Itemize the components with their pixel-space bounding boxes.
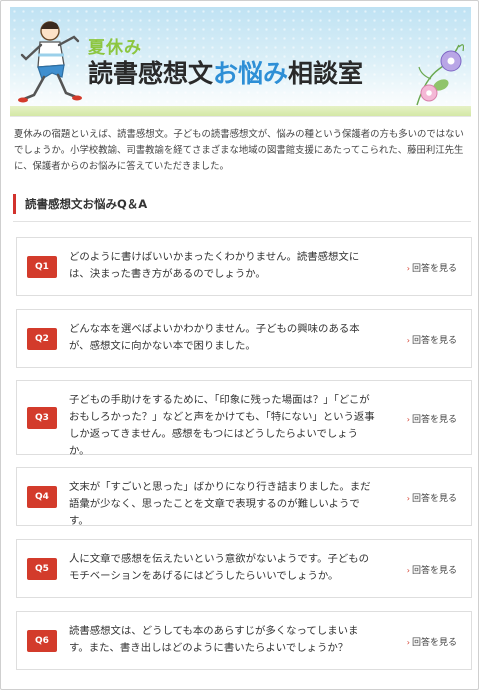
arrow-right-icon: › xyxy=(406,494,410,503)
view-answer-link-q2[interactable]: › 回答を見る xyxy=(407,333,457,346)
page-title: 読書感想文お悩み相談室 xyxy=(88,59,363,89)
title-part-worries: お悩み xyxy=(213,59,289,88)
view-answer-link-q6[interactable]: › 回答を見る xyxy=(407,635,457,648)
page-frame: 夏休み 読書感想文お悩み相談室 夏休みの宿題といえば、読書感想文。子どもの読書感… xyxy=(0,0,479,690)
section-divider xyxy=(13,221,471,222)
qa-item-q6: Q6 読書感想文は、どうしても本のあらすじが多くなってしまいます。また、書き出し… xyxy=(16,611,472,670)
view-answer-link-q1[interactable]: › 回答を見る xyxy=(407,261,457,274)
question-text-q2: どんな本を選べばよいかわかりません。子どもの興味のある本が、感想文に向かない本で… xyxy=(69,323,360,352)
view-answer-label: 回答を見る xyxy=(411,264,457,274)
running-child-illustration xyxy=(18,21,82,103)
qa-item-q3: Q3 子どもの手助けをするために、「印象に残った場面は？」「どこがおもしろかった… xyxy=(16,380,472,457)
arrow-right-icon: › xyxy=(406,336,410,345)
question-badge-q5: Q5 xyxy=(27,558,57,580)
question-text-q5: 人に文章で感想を伝えたいという意欲がないようです。子どものモチベーションをあげる… xyxy=(69,553,370,582)
arrow-right-icon: › xyxy=(406,415,410,424)
intro-paragraph: 夏休みの宿題といえば、読書感想文。子どもの読書感想文が、悩みの種という保護者の方… xyxy=(14,129,464,172)
qa-item-q1: Q1 どのように書けばいいかまったくわかりません。読書感想文には、決まった書き方… xyxy=(16,237,472,296)
question-text-q3: 子どもの手助けをするために、「印象に残った場面は？」「どこがおもしろかった？」な… xyxy=(69,394,375,457)
morning-glory-illustration xyxy=(416,44,465,106)
view-answer-label: 回答を見る xyxy=(411,638,457,648)
question-badge-q6: Q6 xyxy=(27,630,57,652)
view-answer-label: 回答を見る xyxy=(411,566,457,576)
qa-item-q2: Q2 どんな本を選べばよいかわかりません。子どもの興味のある本が、感想文に向かな… xyxy=(16,309,472,368)
view-answer-link-q5[interactable]: › 回答を見る xyxy=(407,563,457,576)
summer-vacation-label: 夏休み xyxy=(88,38,142,58)
view-answer-label: 回答を見る xyxy=(411,415,457,425)
question-text-q4: 文末が「すごいと思った」ばかりになり行き詰まりました。まだ語彙が少なく、思ったこ… xyxy=(69,481,371,527)
view-answer-label: 回答を見る xyxy=(411,336,457,346)
question-badge-q2: Q2 xyxy=(27,328,57,350)
view-answer-link-q4[interactable]: › 回答を見る xyxy=(407,491,457,504)
question-text-q1: どのように書けばいいかまったくわかりません。読書感想文には、決まった書き方がある… xyxy=(69,251,360,280)
question-badge-q3: Q3 xyxy=(27,407,57,429)
title-part-consultation-room: 相談室 xyxy=(288,59,364,88)
arrow-right-icon: › xyxy=(406,566,410,575)
header-banner: 夏休み 読書感想文お悩み相談室 xyxy=(10,7,471,117)
arrow-right-icon: › xyxy=(406,638,410,647)
section-heading-qa: 読書感想文お悩みQ＆A xyxy=(13,194,469,214)
question-badge-q1: Q1 xyxy=(27,256,57,278)
question-badge-q4: Q4 xyxy=(27,486,57,508)
view-answer-label: 回答を見る xyxy=(411,494,457,504)
question-text-q6: 読書感想文は、どうしても本のあらすじが多くなってしまいます。また、書き出しはどの… xyxy=(69,625,359,654)
title-part-reading-report: 読書感想文 xyxy=(88,59,214,88)
arrow-right-icon: › xyxy=(406,264,410,273)
qa-item-q5: Q5 人に文章で感想を伝えたいという意欲がないようです。子どものモチベーションを… xyxy=(16,539,472,598)
view-answer-link-q3[interactable]: › 回答を見る xyxy=(407,412,457,425)
qa-item-q4: Q4 文末が「すごいと思った」ばかりになり行き詰まりました。まだ語彙が少なく、思… xyxy=(16,467,472,527)
